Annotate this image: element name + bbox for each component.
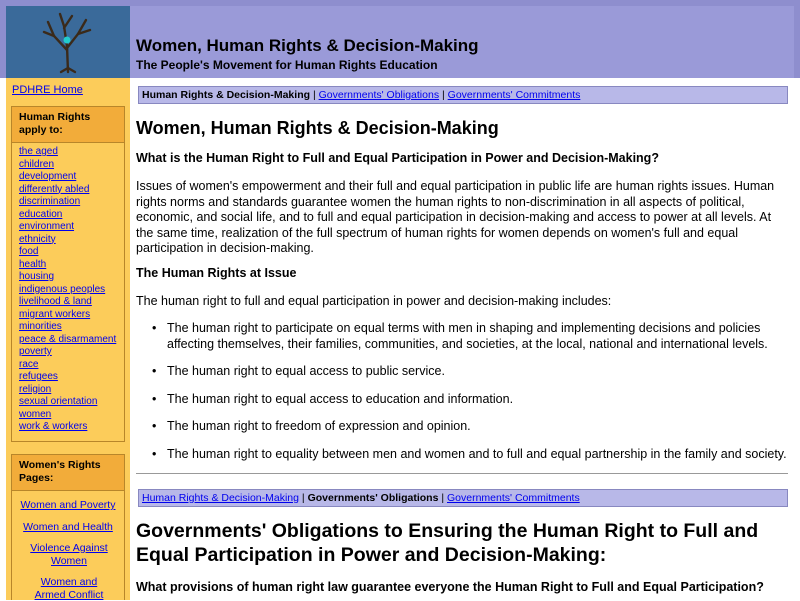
- nav-separator: |: [442, 89, 445, 101]
- list-item: The human right to participate on equal …: [136, 321, 788, 352]
- list-item: the aged: [19, 146, 124, 159]
- list-item: health: [19, 259, 124, 272]
- topic-link[interactable]: differently abled: [19, 184, 89, 195]
- section-heading: The Human Rights at Issue: [136, 266, 297, 280]
- list-item: migrant workers: [19, 309, 124, 322]
- home-link[interactable]: PDHRE Home: [12, 84, 83, 96]
- nav-link-commitments[interactable]: Governments' Commitments: [448, 89, 581, 101]
- nav-current: Human Rights & Decision-Making: [142, 89, 311, 101]
- topic-link[interactable]: refugees: [19, 371, 58, 382]
- section-question: What is the Human Right to Full and Equa…: [136, 151, 659, 165]
- list-item: development: [19, 171, 124, 184]
- section-question: What provisions of human right law guara…: [136, 580, 764, 594]
- section-nav: Human Rights & Decision-Making | Governm…: [138, 86, 788, 104]
- list-item: Women and Health: [12, 521, 124, 534]
- list-item: The human right to equal access to publi…: [136, 364, 788, 380]
- topic-link[interactable]: religion: [19, 384, 51, 395]
- list-item: education: [19, 209, 124, 222]
- list-item: housing: [19, 271, 124, 284]
- topic-link[interactable]: women: [19, 409, 51, 420]
- header-titles: Women, Human Rights & Decision-Making Th…: [130, 6, 794, 78]
- page-title: Women, Human Rights & Decision-Making: [136, 118, 499, 138]
- rights-list: The human right to participate on equal …: [136, 321, 788, 474]
- topic-link[interactable]: poverty: [19, 346, 52, 357]
- site-subtitle: The People's Movement for Human Rights E…: [136, 58, 438, 72]
- topic-link[interactable]: race: [19, 359, 38, 370]
- nav-current: Governments' Obligations: [307, 492, 439, 504]
- list-item: indigenous peoples: [19, 284, 124, 297]
- page-link[interactable]: Women and Armed Conflict: [35, 576, 104, 601]
- nav-separator: |: [312, 89, 316, 101]
- list-item: refugees: [19, 371, 124, 384]
- page-link[interactable]: Women and Health: [23, 521, 113, 533]
- topic-link[interactable]: ethnicity: [19, 234, 56, 245]
- topic-link[interactable]: livelihood & land: [19, 296, 92, 307]
- topic-link[interactable]: sexual orientation: [19, 396, 97, 407]
- pages-heading: Women's Rights Pages:: [12, 455, 124, 491]
- divider: [136, 473, 788, 474]
- topic-link[interactable]: health: [19, 259, 46, 270]
- list-item: children: [19, 159, 124, 172]
- topic-link[interactable]: indigenous peoples: [19, 284, 105, 295]
- pages-list: Women and Poverty Women and Health Viole…: [12, 491, 124, 601]
- topic-link[interactable]: children: [19, 159, 54, 170]
- topic-link[interactable]: migrant workers: [19, 309, 90, 320]
- list-item: sexual orientation: [19, 396, 124, 409]
- topic-link[interactable]: housing: [19, 271, 54, 282]
- list-item: The human right to equal access to educa…: [136, 392, 788, 408]
- nav-link-obligations[interactable]: Governments' Obligations: [319, 89, 439, 101]
- list-item: poverty: [19, 346, 124, 359]
- tree-logo-icon: [42, 12, 92, 74]
- topics-heading: Human Rights apply to:: [12, 107, 124, 143]
- list-item: discrimination: [19, 196, 124, 209]
- section-nav: Human Rights & Decision-Making | Governm…: [138, 489, 788, 507]
- list-item: minorities: [19, 321, 124, 334]
- list-item: women: [19, 409, 124, 422]
- topic-link[interactable]: food: [19, 246, 38, 257]
- list-item: The human right to equality between men …: [136, 447, 788, 463]
- sidebar: PDHRE Home Human Rights apply to: the ag…: [6, 78, 130, 601]
- topics-list: the aged children development differentl…: [12, 143, 124, 434]
- list-item: food: [19, 246, 124, 259]
- list-item: race: [19, 359, 124, 372]
- topic-link[interactable]: minorities: [19, 321, 62, 332]
- list-item: differently abled: [19, 184, 124, 197]
- list-item: Violence Against Women: [29, 542, 109, 567]
- intro-paragraph: Issues of women's empowerment and their …: [136, 179, 775, 255]
- nav-link-commitments[interactable]: Governments' Commitments: [447, 492, 580, 504]
- list-item: environment: [19, 221, 124, 234]
- page-link[interactable]: Women and Poverty: [21, 499, 116, 511]
- list-item: ethnicity: [19, 234, 124, 247]
- page-link[interactable]: Violence Against Women: [30, 542, 107, 567]
- list-item: Women and Armed Conflict: [29, 576, 109, 601]
- list-item: peace & disarmament: [19, 334, 124, 347]
- topic-link[interactable]: environment: [19, 221, 74, 232]
- site-title: Women, Human Rights & Decision-Making: [136, 36, 479, 55]
- pages-box: Women's Rights Pages: Women and Poverty …: [11, 454, 125, 601]
- page-header: Women, Human Rights & Decision-Making Th…: [0, 0, 800, 78]
- list-item: livelihood & land: [19, 296, 124, 309]
- topic-link[interactable]: development: [19, 171, 76, 182]
- list-item: The human right to freedom of expression…: [136, 419, 788, 435]
- list-item: religion: [19, 384, 124, 397]
- logo[interactable]: [6, 6, 130, 78]
- topics-box: Human Rights apply to: the aged children…: [11, 106, 125, 442]
- nav-link-decision-making[interactable]: Human Rights & Decision-Making: [142, 492, 299, 504]
- rights-intro: The human right to full and equal partic…: [136, 294, 612, 308]
- section-title: Governments' Obligations to Ensuring the…: [136, 520, 759, 566]
- topic-link[interactable]: peace & disarmament: [19, 334, 116, 345]
- topic-link[interactable]: discrimination: [19, 196, 80, 207]
- topic-link[interactable]: the aged: [19, 146, 58, 157]
- nav-separator: |: [301, 492, 305, 504]
- list-item: work & workers: [19, 421, 124, 434]
- list-item: Women and Poverty: [12, 499, 124, 512]
- nav-separator: |: [441, 492, 445, 504]
- topic-link[interactable]: education: [19, 209, 62, 220]
- topic-link[interactable]: work & workers: [19, 421, 87, 432]
